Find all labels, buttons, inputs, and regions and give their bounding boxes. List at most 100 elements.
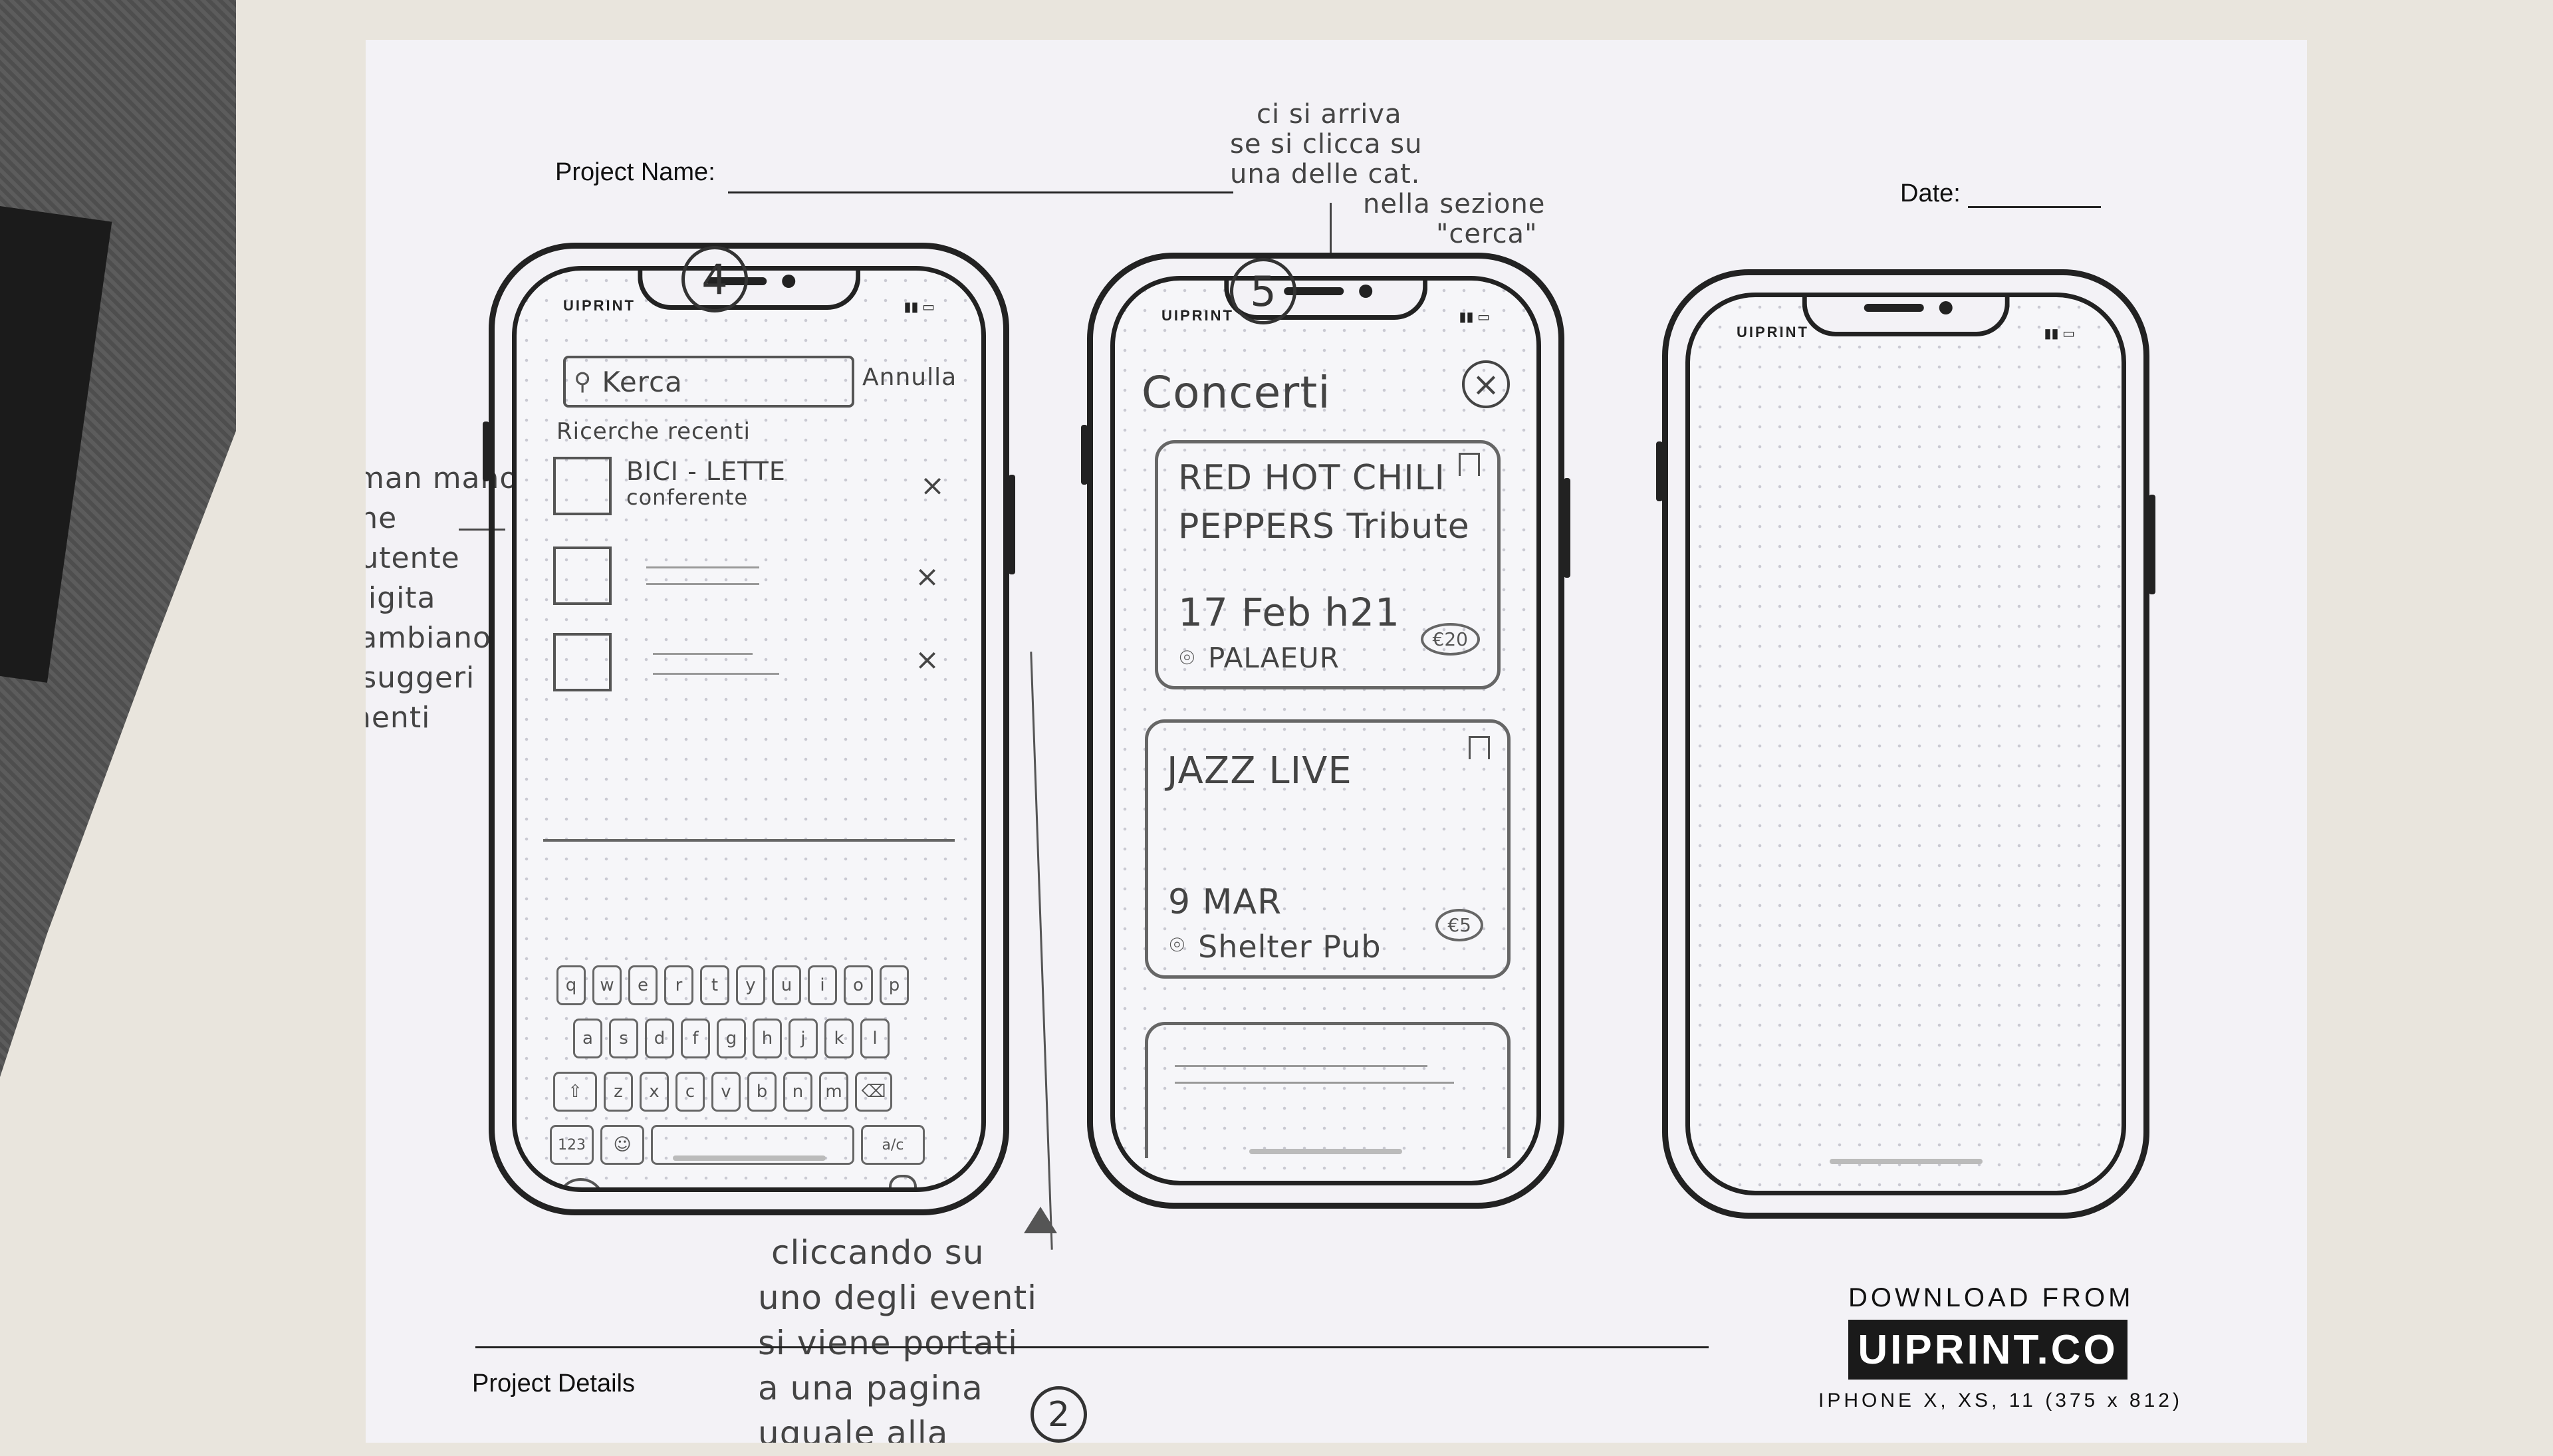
globe-icon[interactable] (556, 1178, 605, 1187)
recent-item[interactable]: × (553, 546, 952, 606)
numbers-key[interactable]: 123 (550, 1125, 594, 1165)
event-price: €20 (1420, 623, 1480, 656)
home-indicator (1249, 1149, 1402, 1154)
event-date: 17 Feb h21 (1178, 590, 1400, 635)
key[interactable]: t (700, 965, 729, 1005)
event-title: RED HOT CHILI (1178, 458, 1445, 498)
bottom-circle-number: 2 (1031, 1386, 1087, 1443)
key[interactable]: h (753, 1019, 782, 1058)
phone-side-button (1656, 441, 1663, 501)
key[interactable]: f (681, 1019, 710, 1058)
bookmark-icon[interactable] (1469, 736, 1490, 759)
location-pin-icon: ⌾ (1179, 643, 1195, 672)
key[interactable]: b (747, 1072, 777, 1112)
recent-item-placeholder-line (653, 653, 753, 655)
date-label: Date: (1900, 180, 1961, 207)
key[interactable]: k (824, 1019, 854, 1058)
recent-item-thumbnail (553, 633, 612, 691)
phone-brand: UIPRINT (1161, 307, 1234, 324)
note-line: cliccando su (771, 1233, 985, 1272)
microphone-icon[interactable] (889, 1175, 917, 1187)
search-input-text: Kerca (602, 365, 683, 398)
return-key[interactable]: a/c (861, 1125, 925, 1165)
phone-side-button (1081, 425, 1088, 485)
key[interactable]: n (783, 1072, 812, 1112)
phone-brand: UIPRINT (563, 297, 636, 314)
event-card[interactable]: RED HOT CHILI PEPPERS Tribute 17 Feb h21… (1155, 440, 1501, 689)
cancel-button[interactable]: Annulla (862, 364, 957, 391)
phone-notch (1802, 297, 2010, 336)
screen-number-4: 4 (681, 246, 748, 312)
recent-item-placeholder-line (646, 583, 759, 585)
key[interactable]: d (645, 1019, 674, 1058)
key[interactable]: y (736, 965, 765, 1005)
key[interactable]: a (573, 1019, 602, 1058)
connector-arrowhead (1024, 1207, 1057, 1233)
close-icon[interactable]: × (1462, 360, 1510, 408)
key[interactable]: m (819, 1072, 848, 1112)
recent-item-thumbnail (553, 457, 612, 515)
key[interactable]: i (808, 965, 837, 1005)
key[interactable]: c (675, 1072, 705, 1112)
location-pin-icon: ⌾ (1169, 930, 1185, 959)
key[interactable]: j (789, 1019, 818, 1058)
key[interactable]: u (772, 965, 801, 1005)
key[interactable]: s (609, 1019, 638, 1058)
project-details-label: Project Details (472, 1370, 635, 1397)
event-price: €5 (1435, 909, 1483, 941)
phone-blank-display: UIPRINT ▮▮ ▭ (1685, 293, 2126, 1195)
event-place: Shelter Pub (1198, 929, 1382, 965)
camera-icon (1939, 301, 1953, 314)
bookmark-icon[interactable] (1459, 453, 1480, 476)
key[interactable]: z (604, 1072, 633, 1112)
screen-number-5: 5 (1230, 258, 1296, 324)
recent-item[interactable]: × (553, 633, 952, 693)
phone-screen-4: UIPRINT ▮▮ ▭ ⚲ Kerca Annulla Ricerche re… (483, 243, 1015, 1215)
recent-item-placeholder-line (653, 673, 779, 675)
recent-item-subtitle: conferente (626, 485, 749, 510)
placeholder-scribble (1175, 1082, 1454, 1084)
backspace-key[interactable]: ⌫ (855, 1072, 892, 1112)
search-input[interactable]: ⚲ Kerca (563, 356, 854, 408)
remove-recent-button[interactable]: × (915, 560, 940, 594)
battery-icon: ▮▮ ▭ (2044, 326, 2075, 341)
key[interactable]: g (717, 1019, 746, 1058)
home-indicator (672, 1155, 826, 1161)
key[interactable]: r (664, 965, 693, 1005)
recent-item[interactable]: BICI - LETTE conferente × (553, 457, 952, 517)
key[interactable]: p (880, 965, 909, 1005)
key[interactable]: x (640, 1072, 669, 1112)
key[interactable]: q (556, 965, 586, 1005)
phone-side-button (1564, 478, 1570, 578)
key[interactable]: w (592, 965, 622, 1005)
uiprint-logo: UIPRINT.CO (1848, 1320, 2128, 1380)
event-title: JAZZ LIVE (1167, 749, 1352, 792)
event-place: PALAEUR (1208, 642, 1340, 674)
key[interactable]: l (860, 1019, 890, 1058)
connector-line (1030, 652, 1053, 1250)
shift-key[interactable]: ⇧ (553, 1072, 597, 1112)
event-card-placeholder[interactable] (1145, 1022, 1511, 1158)
key[interactable]: e (628, 965, 658, 1005)
phone-side-button (2149, 495, 2155, 594)
speaker-icon (1864, 304, 1924, 312)
recent-item-placeholder-line (646, 566, 759, 568)
camera-icon (782, 275, 796, 288)
recent-item-thumbnail (553, 546, 612, 605)
keyboard-row-1: q w e r t y u i o p (556, 965, 909, 1005)
note-line: una delle cat. (1230, 159, 1421, 189)
top-annotation: ci si arriva se si clicca su una delle c… (1230, 100, 1545, 249)
emoji-key[interactable]: ☺ (600, 1125, 644, 1165)
remove-recent-button[interactable]: × (915, 643, 940, 677)
project-details-line (475, 1346, 1709, 1348)
remove-recent-button[interactable]: × (920, 469, 945, 503)
key[interactable]: o (844, 965, 873, 1005)
phone-4-display: UIPRINT ▮▮ ▭ ⚲ Kerca Annulla Ricerche re… (512, 266, 986, 1192)
key[interactable]: v (711, 1072, 741, 1112)
phone-screen-blank: UIPRINT ▮▮ ▭ (1656, 269, 2155, 1219)
phone-5-display: UIPRINT ▮▮ ▭ Concerti × RED HOT CHILI PE… (1110, 276, 1541, 1185)
event-card[interactable]: JAZZ LIVE 9 MAR ⌾ Shelter Pub €5 (1145, 719, 1511, 979)
keyboard-divider (543, 839, 955, 842)
event-date: 9 MAR (1168, 882, 1282, 922)
project-name-label: Project Name: (555, 158, 715, 186)
